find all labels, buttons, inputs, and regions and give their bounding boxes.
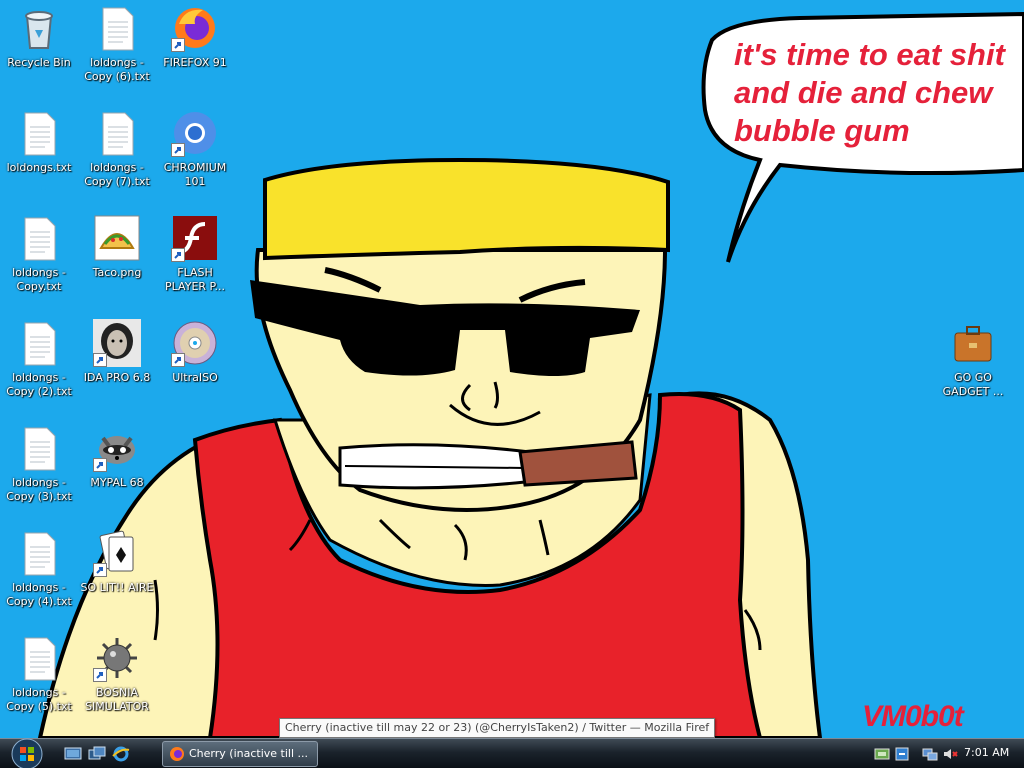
desktop-icon-label: loldongs - Copy (7).txt bbox=[84, 161, 150, 188]
desktop-icon-label: IDA PRO 6.8 bbox=[83, 371, 151, 384]
internet-explorer-icon[interactable] bbox=[112, 746, 130, 762]
desktop-icon-label: MYPAL 68 bbox=[90, 476, 144, 489]
desktop-icon-label: GO GO GADGET ... bbox=[942, 371, 1004, 398]
text-file-icon bbox=[15, 214, 63, 262]
desktop-icon-label: loldongs - Copy (4).txt bbox=[6, 581, 72, 608]
switch-windows-icon[interactable] bbox=[88, 746, 106, 762]
desktop-icon-loldongs[interactable]: loldongs.txt bbox=[0, 109, 78, 175]
taskbar: Cherry (inactive till ... 7:01 AM bbox=[0, 738, 1024, 768]
desktop-icon-recycle-bin[interactable]: Recycle Bin bbox=[0, 4, 78, 70]
shortcut-arrow-icon bbox=[93, 668, 107, 682]
desktop-icon-loldongs-copy-6[interactable]: loldongs - Copy (6).txt bbox=[78, 4, 156, 84]
raccoon-icon bbox=[93, 424, 141, 472]
firefox-icon bbox=[171, 4, 219, 52]
desktop-icon-label: Taco.png bbox=[92, 266, 142, 279]
ida-pro-icon bbox=[93, 319, 141, 367]
desktop-icon-label: UltraISO bbox=[172, 371, 218, 384]
taco-image-icon bbox=[93, 214, 141, 262]
text-file-icon bbox=[15, 319, 63, 367]
desktop-icon-label: loldongs - Copy (3).txt bbox=[6, 476, 72, 503]
flash-player-icon bbox=[171, 214, 219, 262]
volume-muted-icon[interactable] bbox=[942, 746, 958, 762]
desktop-icon-ida-pro[interactable]: IDA PRO 6.8 bbox=[78, 319, 156, 385]
desktop-icon-chromium-101[interactable]: CHROMIUM 101 bbox=[156, 109, 234, 189]
desktop-icon-go-go-gadget[interactable]: GO GO GADGET ... bbox=[934, 319, 1012, 399]
windows-logo-icon bbox=[11, 738, 43, 768]
desktop-icon-label: loldongs - Copy (2).txt bbox=[6, 371, 72, 398]
network-icon[interactable] bbox=[922, 746, 938, 762]
shortcut-arrow-icon bbox=[93, 353, 107, 367]
recycle-bin-icon bbox=[15, 4, 63, 52]
desktop-icon-label: loldongs - Copy.txt bbox=[12, 266, 66, 293]
shortcut-arrow-icon bbox=[171, 143, 185, 157]
desktop-icon-label: FLASH PLAYER P... bbox=[165, 266, 225, 293]
shortcut-arrow-icon bbox=[171, 38, 185, 52]
desktop-icon-mypal-68[interactable]: MYPAL 68 bbox=[78, 424, 156, 490]
text-file-icon bbox=[15, 529, 63, 577]
desktop-icon-loldongs-copy-2[interactable]: loldongs - Copy (2).txt bbox=[0, 319, 78, 399]
shortcut-arrow-icon bbox=[171, 248, 185, 262]
desktop-icon-label: loldongs - Copy (6).txt bbox=[84, 56, 150, 83]
text-file-icon bbox=[15, 109, 63, 157]
desktop-icon-loldongs-copy-3[interactable]: loldongs - Copy (3).txt bbox=[0, 424, 78, 504]
taskbar-button-firefox[interactable]: Cherry (inactive till ... bbox=[162, 741, 318, 767]
desktop-icon-firefox-91[interactable]: FIREFOX 91 bbox=[156, 4, 234, 70]
desktop: it's time to eat shit and die and chew b… bbox=[0, 0, 1024, 738]
system-tray: 7:01 AM bbox=[868, 739, 1024, 768]
taskbar-button-label: Cherry (inactive till ... bbox=[189, 747, 308, 760]
desktop-icon-loldongs-copy[interactable]: loldongs - Copy.txt bbox=[0, 214, 78, 294]
disc-icon bbox=[171, 319, 219, 367]
tray-app-icon[interactable] bbox=[874, 746, 890, 762]
show-desktop-icon[interactable] bbox=[64, 746, 82, 762]
desktop-icon-solitaire[interactable]: SO LIT!! AIRE bbox=[78, 529, 156, 595]
tray-sync-icon[interactable] bbox=[894, 746, 910, 762]
desktop-icon-bosnia-simulator[interactable]: BOSNIA SIMULATOR bbox=[78, 634, 156, 714]
clock[interactable]: 7:01 AM bbox=[964, 746, 1009, 759]
desktop-icon-label: CHROMIUM 101 bbox=[163, 161, 227, 188]
desktop-icon-flash-player[interactable]: FLASH PLAYER P... bbox=[156, 214, 234, 294]
text-file-icon bbox=[15, 634, 63, 682]
desktop-icon-label: FIREFOX 91 bbox=[163, 56, 227, 69]
desktop-icon-loldongs-copy-5[interactable]: loldongs - Copy (5).txt bbox=[0, 634, 78, 714]
briefcase-icon bbox=[949, 319, 997, 367]
desktop-icon-ultraiso[interactable]: UltraISO bbox=[156, 319, 234, 385]
desktop-icon-label: loldongs.txt bbox=[6, 161, 72, 174]
wallpaper-signature: VM0b0t bbox=[862, 700, 964, 733]
taskbar-tooltip: Cherry (inactive till may 22 or 23) (@Ch… bbox=[279, 718, 716, 738]
playing-cards-icon bbox=[93, 529, 141, 577]
shortcut-arrow-icon bbox=[171, 353, 185, 367]
firefox-icon bbox=[169, 746, 185, 762]
start-button[interactable] bbox=[8, 737, 46, 768]
shortcut-arrow-icon bbox=[93, 458, 107, 472]
speech-bubble-text: it's time to eat shit and die and chew b… bbox=[734, 37, 1005, 148]
desktop-icon-label: SO LIT!! AIRE bbox=[80, 581, 154, 594]
desktop-icon-label: loldongs - Copy (5).txt bbox=[6, 686, 72, 713]
desktop-icon-label: BOSNIA SIMULATOR bbox=[85, 686, 149, 713]
mine-icon bbox=[93, 634, 141, 682]
chromium-icon bbox=[171, 109, 219, 157]
desktop-icon-loldongs-copy-4[interactable]: loldongs - Copy (4).txt bbox=[0, 529, 78, 609]
text-file-icon bbox=[93, 109, 141, 157]
text-file-icon bbox=[15, 424, 63, 472]
shortcut-arrow-icon bbox=[93, 563, 107, 577]
desktop-icon-loldongs-copy-7[interactable]: loldongs - Copy (7).txt bbox=[78, 109, 156, 189]
text-file-icon bbox=[93, 4, 141, 52]
desktop-icon-label: Recycle Bin bbox=[7, 56, 71, 69]
desktop-icon-taco-png[interactable]: Taco.png bbox=[78, 214, 156, 280]
